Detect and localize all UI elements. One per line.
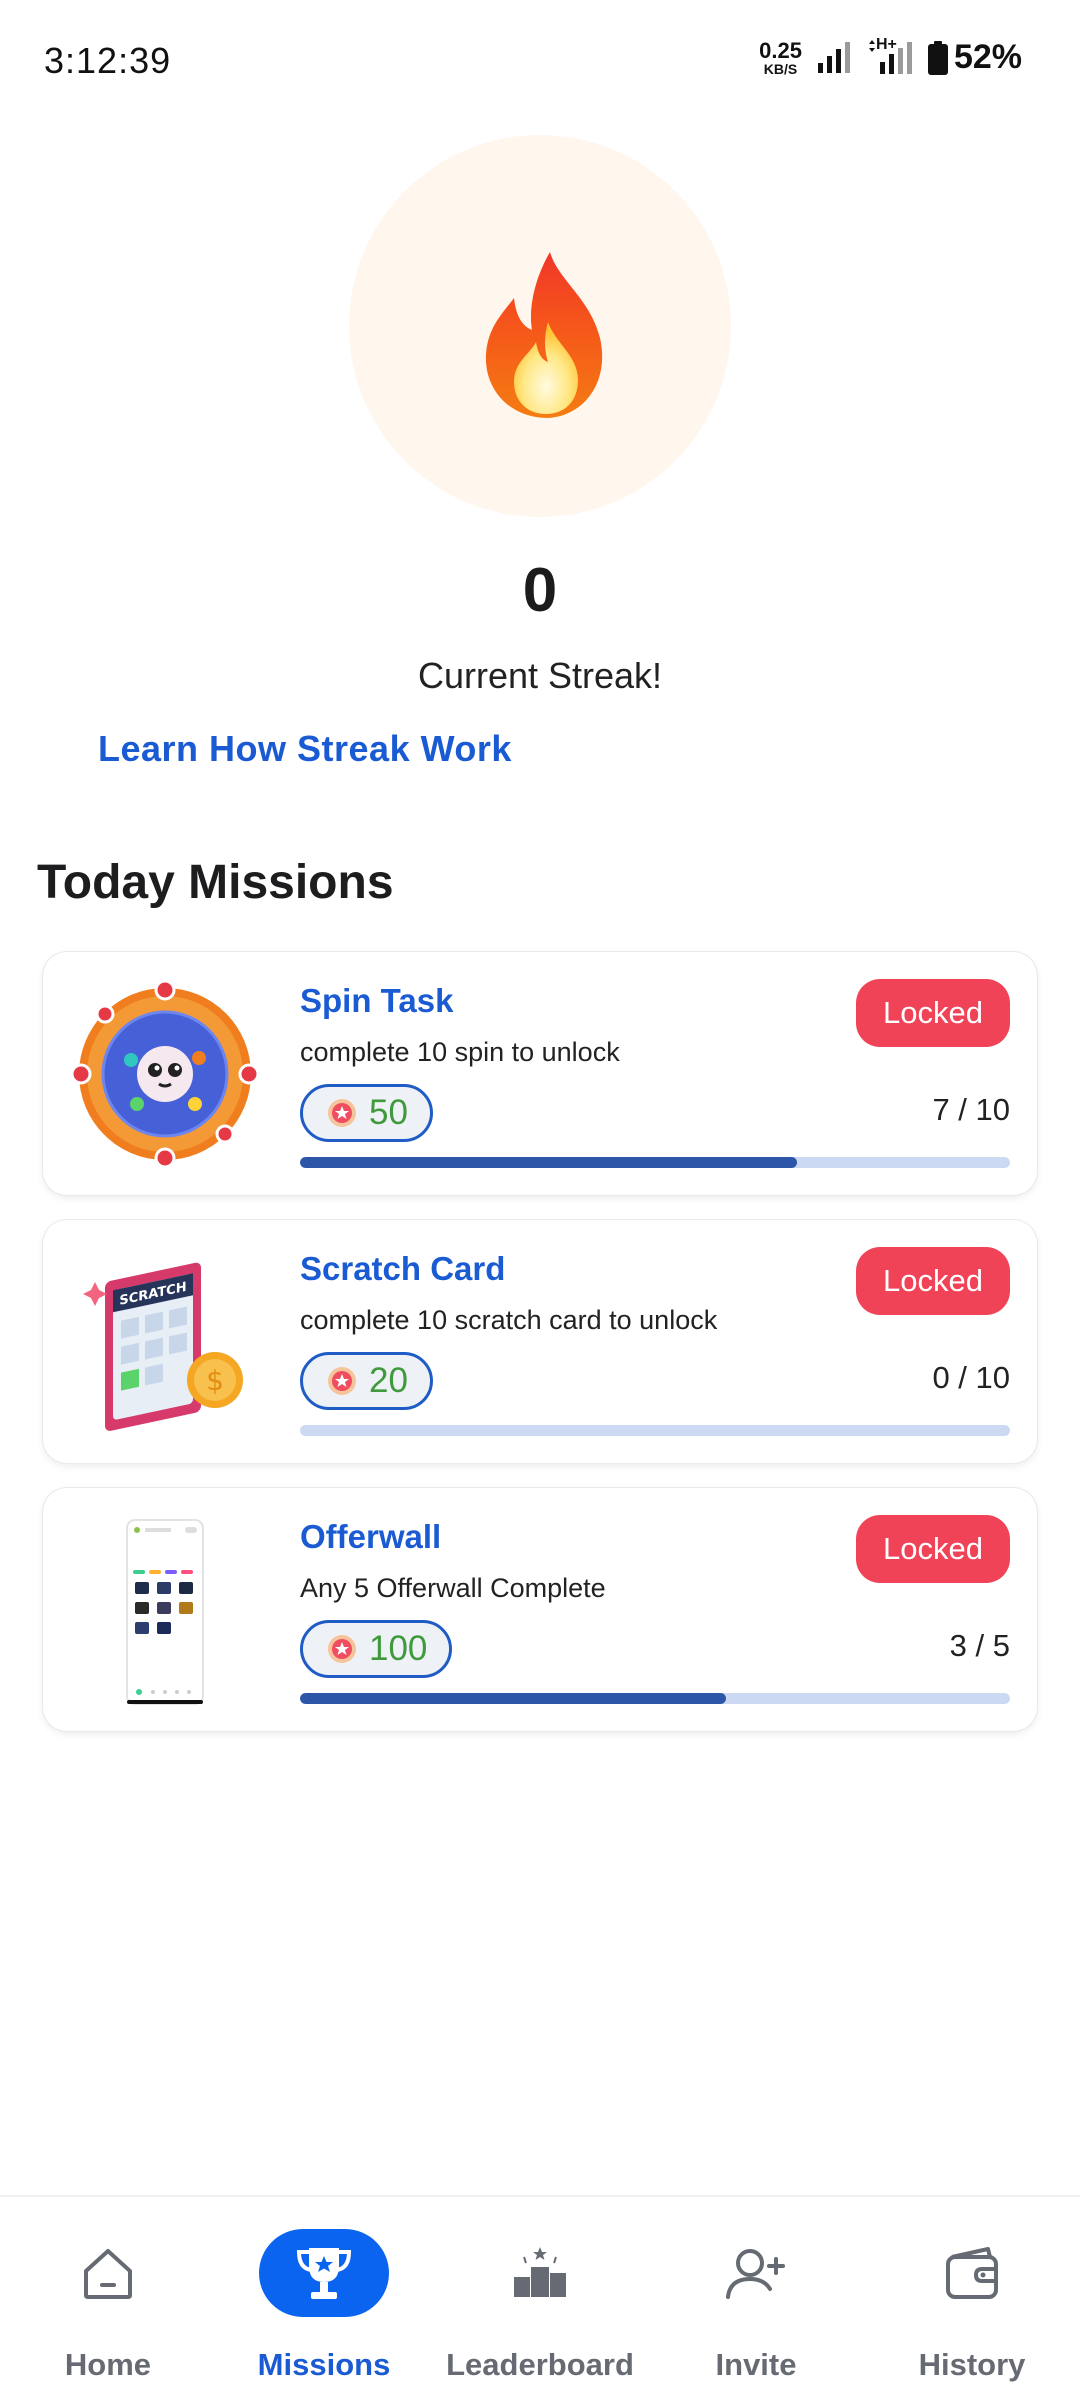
mission-title: Scratch Card: [300, 1250, 506, 1287]
nav-icon-wrap: [907, 2229, 1037, 2317]
locked-button[interactable]: Locked: [856, 1247, 1010, 1315]
nav-label: Missions: [257, 2347, 391, 2382]
signal-icon: [817, 41, 850, 73]
reward-value: 50: [369, 1093, 408, 1132]
offerwall-phone-icon: [126, 1519, 204, 1705]
svg-text:$: $: [206, 1364, 224, 1397]
network-speed-unit: KB/S: [763, 60, 798, 77]
mission-description: complete 10 spin to unlock: [300, 1037, 620, 1067]
nav-icon-wrap: [691, 2229, 821, 2317]
progress-bar: [300, 1693, 1010, 1704]
flame-icon: [485, 252, 603, 418]
battery: 52%: [927, 38, 1022, 77]
mission-card-spin[interactable]: Spin Task complete 10 spin to unlock Loc…: [43, 952, 1037, 1195]
spin-wheel-icon: [70, 979, 260, 1169]
progress-fill: [300, 1157, 797, 1168]
reward-pill: 20: [300, 1352, 433, 1410]
progress-text: 3 / 5: [949, 1628, 1010, 1663]
wallet-icon: [946, 2247, 998, 2299]
status-bar: 3:12:39 0.25 KB/S H+ 52%: [0, 0, 1080, 125]
locked-button[interactable]: Locked: [856, 979, 1010, 1047]
status-time: 3:12:39: [44, 40, 172, 81]
nav-history[interactable]: History: [864, 2197, 1080, 2400]
progress-bar: [300, 1157, 1010, 1168]
status-icons: 0.25 KB/S H+ 52%: [759, 36, 1022, 77]
nav-icon-wrap: [43, 2229, 173, 2317]
nav-label: History: [918, 2347, 1026, 2382]
add-user-icon: [726, 2249, 785, 2299]
mobile-data-icon: H+: [866, 36, 914, 76]
coin-icon: [328, 1367, 356, 1395]
progress-bar: [300, 1425, 1010, 1436]
coin-icon: [328, 1099, 356, 1127]
locked-button[interactable]: Locked: [856, 1515, 1010, 1583]
home-icon: [84, 2249, 132, 2299]
mission-card-scratch[interactable]: SCRATCH $ Scratch Card complete 10 scrat…: [43, 1220, 1037, 1463]
reward-value: 100: [369, 1629, 428, 1668]
nav-icon-wrap: [475, 2229, 605, 2317]
learn-streak-link[interactable]: Learn How Streak Work: [98, 728, 512, 770]
nav-missions[interactable]: Missions: [216, 2197, 432, 2400]
trophy-icon: [296, 2248, 352, 2299]
bottom-nav: Home Missions Leaderboard Invite History: [0, 2195, 1080, 2400]
mission-description: Any 5 Offerwall Complete: [300, 1573, 606, 1603]
network-speed: 0.25 KB/S: [759, 37, 802, 77]
podium-icon: [514, 2247, 566, 2297]
mission-title: Offerwall: [300, 1518, 442, 1555]
coin-icon: [328, 1635, 356, 1663]
progress-text: 0 / 10: [932, 1360, 1010, 1395]
nav-home[interactable]: Home: [0, 2197, 216, 2400]
mission-description: complete 10 scratch card to unlock: [300, 1305, 718, 1335]
battery-percent: 52%: [953, 38, 1022, 76]
nav-label: Invite: [715, 2347, 797, 2382]
nav-icon-wrap: [259, 2229, 389, 2317]
reward-value: 20: [369, 1361, 408, 1400]
reward-pill: 100: [300, 1620, 453, 1678]
nav-leaderboard[interactable]: Leaderboard: [432, 2197, 648, 2400]
progress-text: 7 / 10: [932, 1092, 1010, 1127]
streak-label: Current Streak!: [417, 655, 663, 696]
nav-invite[interactable]: Invite: [648, 2197, 864, 2400]
mission-title: Spin Task: [300, 982, 454, 1019]
nav-label: Home: [64, 2347, 152, 2382]
network-speed-value: 0.25: [759, 37, 802, 63]
progress-fill: [300, 1693, 726, 1704]
reward-pill: 50: [300, 1084, 433, 1142]
battery-icon: [927, 40, 948, 75]
nav-label: Leaderboard: [446, 2347, 634, 2382]
mission-card-offerwall[interactable]: Offerwall Any 5 Offerwall Complete Locke…: [43, 1488, 1037, 1731]
scratch-card-icon: SCRATCH $: [83, 1262, 243, 1431]
streak-count: 0: [522, 556, 558, 625]
section-title: Today Missions: [37, 856, 394, 909]
